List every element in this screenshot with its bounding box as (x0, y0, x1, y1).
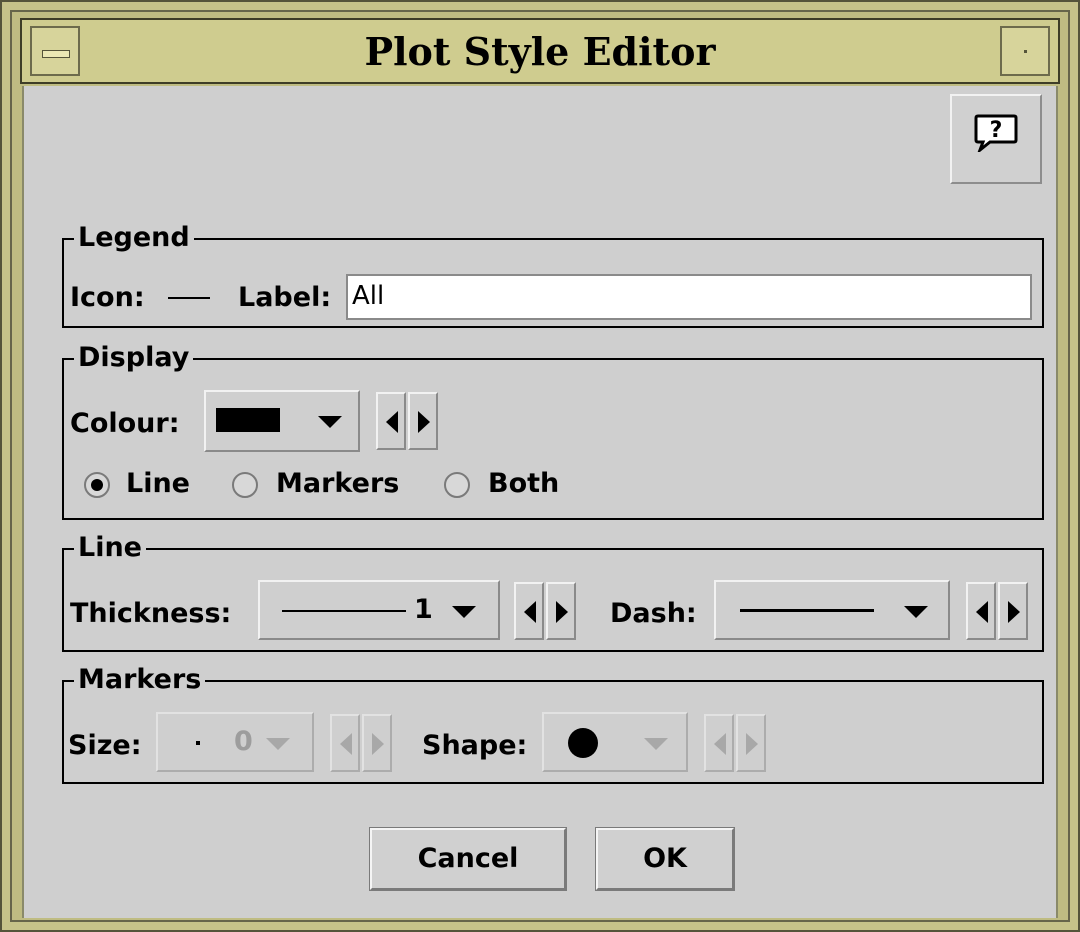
thickness-label: Thickness: (70, 598, 232, 629)
size-dot-icon (196, 741, 200, 745)
thickness-prev-button[interactable] (514, 582, 544, 640)
display-group: Display Colour: Line Markers Both (62, 342, 1044, 520)
legend-icon-label: Icon: (70, 282, 145, 313)
chevron-down-icon (266, 738, 290, 750)
colour-swatch (216, 408, 280, 432)
arrow-right-icon (372, 733, 384, 755)
markers-group: Markers Size: 0 Shape: (62, 664, 1044, 784)
size-label: Size: (68, 730, 142, 761)
display-group-title: Display (74, 342, 194, 374)
arrow-left-icon (976, 601, 988, 623)
dialog-content: ? Legend Icon: Label: All Display Colour… (22, 86, 1058, 918)
radio-markers[interactable] (232, 472, 258, 498)
arrow-right-icon (418, 411, 430, 433)
shape-prev-button[interactable] (704, 714, 734, 772)
dash-prev-button[interactable] (966, 582, 996, 640)
help-button[interactable]: ? (950, 94, 1042, 184)
colour-next-button[interactable] (408, 392, 438, 450)
radio-line-label: Line (126, 468, 190, 499)
chevron-down-icon (318, 416, 342, 428)
size-next-button[interactable] (362, 714, 392, 772)
ok-button[interactable]: OK (595, 827, 735, 891)
colour-label: Colour: (70, 408, 180, 439)
dash-label: Dash: (610, 598, 697, 629)
line-group: Line Thickness: 1 Dash: (62, 532, 1044, 652)
legend-group: Legend Icon: Label: All (62, 222, 1044, 328)
chevron-down-icon (644, 738, 668, 750)
radio-markers-label: Markers (276, 468, 400, 499)
arrow-left-icon (340, 733, 352, 755)
dash-next-button[interactable] (998, 582, 1028, 640)
arrow-left-icon (714, 733, 726, 755)
svg-text:?: ? (990, 118, 1003, 143)
help-icon: ? (974, 114, 1018, 152)
legend-line-icon (168, 297, 210, 299)
filled-circle-icon (568, 728, 598, 758)
line-group-title: Line (74, 532, 146, 564)
legend-label-input[interactable]: All (346, 274, 1032, 320)
size-stepper (330, 714, 394, 772)
cancel-button[interactable]: Cancel (369, 827, 567, 891)
thickness-value: 1 (414, 594, 433, 625)
legend-group-title: Legend (74, 222, 194, 254)
shape-select[interactable] (542, 712, 688, 772)
colour-stepper (376, 392, 440, 450)
size-value: 0 (234, 726, 253, 757)
thickness-line-icon (282, 610, 406, 612)
radio-both-label: Both (488, 468, 560, 499)
colour-select[interactable] (204, 390, 360, 452)
arrow-right-icon (1008, 601, 1020, 623)
thickness-select[interactable]: 1 (258, 580, 500, 640)
arrow-right-icon (556, 601, 568, 623)
shape-next-button[interactable] (736, 714, 766, 772)
radio-both[interactable] (444, 472, 470, 498)
shape-stepper (704, 714, 768, 772)
chevron-down-icon (904, 606, 928, 618)
arrow-right-icon (746, 733, 758, 755)
window-minimize-button[interactable] (1000, 26, 1050, 76)
radio-line[interactable] (84, 472, 110, 498)
chevron-down-icon (452, 606, 476, 618)
arrow-left-icon (524, 601, 536, 623)
dash-line-icon (740, 609, 874, 612)
size-select[interactable]: 0 (156, 712, 314, 772)
markers-group-title: Markers (74, 664, 206, 696)
shape-label: Shape: (422, 730, 528, 761)
window-title: Plot Style Editor (364, 29, 716, 74)
colour-prev-button[interactable] (376, 392, 406, 450)
arrow-left-icon (386, 411, 398, 433)
dash-stepper (966, 582, 1030, 640)
legend-label-label: Label: (238, 282, 332, 313)
title-bar[interactable]: Plot Style Editor (20, 18, 1060, 84)
minimize-icon (1024, 50, 1027, 53)
thickness-next-button[interactable] (546, 582, 576, 640)
dash-select[interactable] (714, 580, 950, 640)
thickness-stepper (514, 582, 578, 640)
size-prev-button[interactable] (330, 714, 360, 772)
